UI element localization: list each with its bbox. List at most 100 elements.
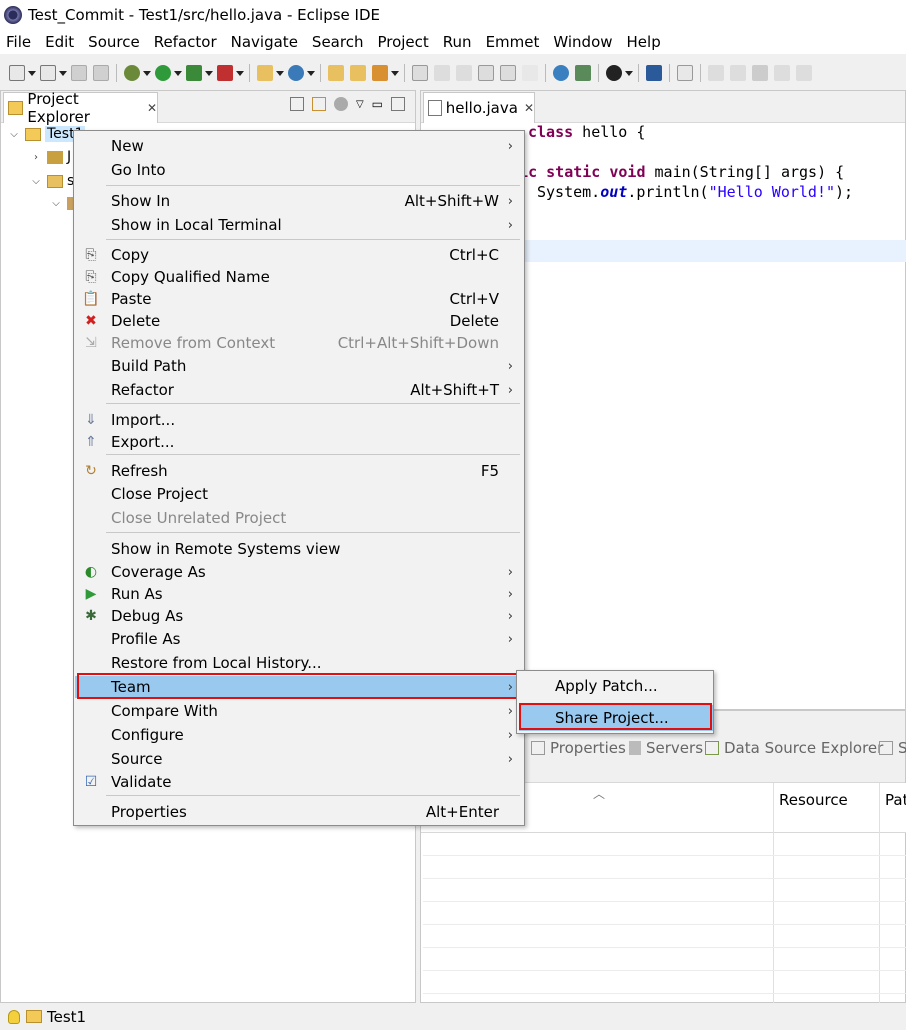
menu-run[interactable]: Run	[436, 33, 479, 51]
new-dropdown-icon[interactable]	[28, 65, 36, 81]
breadcrumb-icon[interactable]	[456, 65, 472, 81]
menu-item-coverage-as[interactable]: ◐ Coverage As ›	[75, 561, 523, 583]
column-resource[interactable]: Resource	[779, 791, 848, 809]
menu-project[interactable]: Project	[370, 33, 435, 51]
run-dropdown-icon[interactable]	[174, 65, 182, 81]
globe-icon[interactable]	[553, 65, 569, 81]
menu-item-go-into[interactable]: Go Into	[75, 159, 523, 181]
tree-item-jre[interactable]: › J	[29, 147, 71, 167]
suspend-icon[interactable]	[730, 65, 746, 81]
highlight-icon[interactable]	[434, 65, 450, 81]
close-icon[interactable]: ✕	[147, 101, 157, 115]
disconnect-icon[interactable]	[774, 65, 790, 81]
mark-occurrences-icon[interactable]	[412, 65, 428, 81]
menu-item-configure[interactable]: Configure ›	[75, 724, 523, 746]
skip-breakpoints-icon[interactable]	[677, 65, 693, 81]
menu-refactor[interactable]: Refactor	[147, 33, 224, 51]
menu-item-refactor[interactable]: Refactor Alt+Shift+T ›	[75, 379, 523, 401]
open-type-icon[interactable]	[328, 65, 344, 81]
menu-item-compare-with[interactable]: Compare With ›	[75, 700, 523, 722]
maximize-icon[interactable]	[391, 97, 405, 111]
coverage-dropdown-icon[interactable]	[205, 65, 213, 81]
menu-item-export[interactable]: ⇑ Export...	[75, 431, 523, 453]
menu-search[interactable]: Search	[305, 33, 371, 51]
menu-item-close-project[interactable]: Close Project	[75, 483, 523, 505]
menu-source[interactable]: Source	[81, 33, 147, 51]
filters-icon[interactable]	[333, 97, 348, 111]
user-dropdown-icon[interactable]	[625, 65, 633, 81]
external-tools-icon[interactable]	[217, 65, 233, 81]
collapse-all-icon[interactable]	[289, 97, 304, 111]
menu-item-source[interactable]: Source ›	[75, 748, 523, 770]
lightbulb-icon[interactable]	[8, 1009, 20, 1024]
menu-edit[interactable]: Edit	[38, 33, 81, 51]
step-into-icon[interactable]	[796, 65, 812, 81]
menu-window[interactable]: Window	[546, 33, 619, 51]
new-class-dropdown-icon[interactable]	[307, 65, 315, 81]
tab-project-explorer[interactable]: Project Explorer ✕	[3, 90, 158, 126]
menu-item-copy-qualified-name[interactable]: ⎘ Copy Qualified Name	[75, 266, 523, 288]
tab-properties[interactable]: Properties	[531, 739, 626, 757]
word-wrap-icon[interactable]	[500, 65, 516, 81]
tab-servers[interactable]: Servers	[629, 739, 703, 757]
new-file-icon[interactable]	[40, 65, 56, 81]
new-class-icon[interactable]	[288, 65, 304, 81]
external-tools-dropdown-icon[interactable]	[236, 65, 244, 81]
tree-item-src[interactable]: ⌵ s	[29, 171, 74, 191]
debug-dropdown-icon[interactable]	[143, 65, 151, 81]
deploy-dropdown-icon[interactable]	[391, 65, 399, 81]
sort-caret-icon[interactable]: ︿	[593, 785, 605, 802]
chevron-right-icon[interactable]: ›	[29, 152, 43, 163]
menu-item-properties[interactable]: Properties Alt+Enter	[75, 801, 523, 823]
code-line[interactable]: class hello {	[528, 123, 645, 141]
menu-item-new[interactable]: New ›	[75, 135, 523, 157]
menu-item-copy[interactable]: ⎘ Copy Ctrl+C	[75, 244, 523, 266]
menu-item-show-in-local-terminal[interactable]: Show in Local Terminal ›	[75, 214, 523, 236]
code-line[interactable]: System.out.println("Hello World!");	[537, 183, 853, 201]
link-with-editor-icon[interactable]	[311, 97, 326, 111]
save-icon[interactable]	[71, 65, 87, 81]
run-icon[interactable]	[155, 65, 171, 81]
tab-hello-java[interactable]: hello.java ✕	[423, 92, 535, 123]
chevron-down-icon[interactable]: ⌵	[49, 198, 63, 209]
open-task-icon[interactable]	[350, 65, 366, 81]
chevron-down-icon[interactable]: ⌵	[29, 176, 43, 187]
new-java-project-dropdown-icon[interactable]	[276, 65, 284, 81]
save-all-icon[interactable]	[93, 65, 109, 81]
show-whitespace-icon[interactable]	[522, 65, 538, 81]
code-line[interactable]: blic static void main(String[] args) {	[501, 163, 844, 181]
menu-item-show-in[interactable]: Show In Alt+Shift+W ›	[75, 190, 523, 212]
menu-item-profile-as[interactable]: Profile As ›	[75, 628, 523, 650]
deploy-icon[interactable]	[372, 65, 388, 81]
block-selection-icon[interactable]	[478, 65, 494, 81]
menu-item-show-in-remote-systems-view[interactable]: Show in Remote Systems view	[75, 538, 523, 560]
view-menu-icon[interactable]: ▽	[356, 99, 364, 110]
new-java-project-icon[interactable]	[257, 65, 273, 81]
menu-item-validate[interactable]: ☑ Validate	[75, 771, 523, 793]
menu-item-import[interactable]: ⇓ Import...	[75, 409, 523, 431]
menu-help[interactable]: Help	[620, 33, 668, 51]
minimize-icon[interactable]: ▭	[372, 97, 383, 111]
user-icon[interactable]	[606, 65, 622, 81]
column-path[interactable]: Pat	[885, 791, 906, 809]
submenu-item-apply-patch[interactable]: Apply Patch...	[519, 673, 713, 699]
menu-item-delete[interactable]: ✖ Delete Delete	[75, 310, 523, 332]
debug-icon[interactable]	[124, 65, 140, 81]
tab-snippets[interactable]: S	[879, 739, 906, 757]
resume-icon[interactable]	[708, 65, 724, 81]
tab-data-source-explorer[interactable]: Data Source Explorer	[705, 739, 883, 757]
search-remote-icon[interactable]	[575, 65, 591, 81]
menu-navigate[interactable]: Navigate	[224, 33, 305, 51]
menu-item-build-path[interactable]: Build Path ›	[75, 355, 523, 377]
menu-item-debug-as[interactable]: ✱ Debug As ›	[75, 605, 523, 627]
close-icon[interactable]: ✕	[524, 101, 534, 115]
menu-emmet[interactable]: Emmet	[479, 33, 547, 51]
new-icon[interactable]	[9, 65, 25, 81]
chevron-down-icon[interactable]: ⌵	[7, 129, 21, 140]
menu-item-restore-from-local-history[interactable]: Restore from Local History...	[75, 652, 523, 674]
menu-item-paste[interactable]: 📋 Paste Ctrl+V	[75, 288, 523, 310]
menu-item-refresh[interactable]: ↻ Refresh F5	[75, 460, 523, 482]
terminate-icon[interactable]	[752, 65, 768, 81]
new-file-dropdown-icon[interactable]	[59, 65, 67, 81]
coverage-icon[interactable]	[186, 65, 202, 81]
